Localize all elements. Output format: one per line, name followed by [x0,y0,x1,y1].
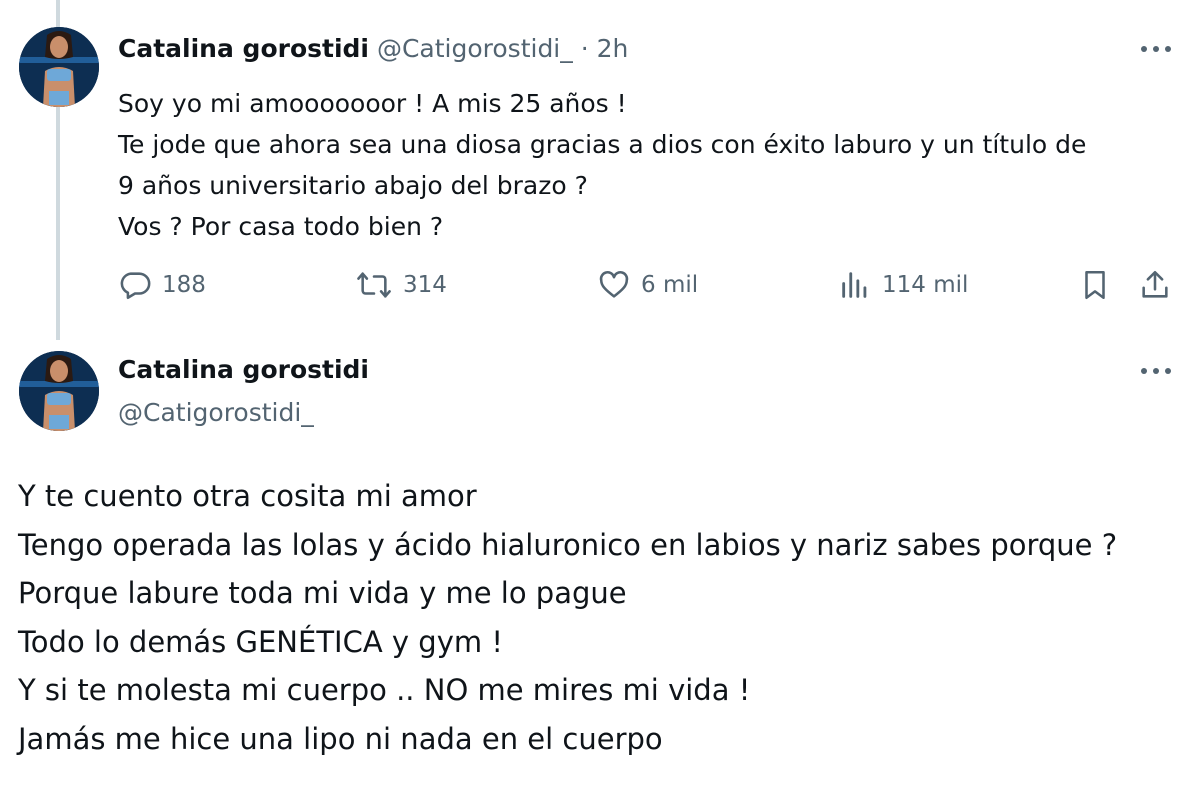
tweet-header: Catalina gorostidi @Catigorostidi_ · 2h [118,34,628,63]
like-button[interactable]: 6 mil [597,262,698,308]
share-button[interactable] [1138,262,1182,308]
heart-icon [599,271,629,298]
tweet-line: 9 años universitario abajo del brazo ? [118,171,588,200]
reply-button[interactable]: 188 [118,262,206,308]
repost-button[interactable]: 314 [355,262,447,308]
tweet-line: Tengo operada las lolas y ácido hialuron… [18,527,1118,562]
author-handle[interactable]: @Catigorostidi_ [118,398,314,427]
repost-count: 314 [403,272,447,298]
author-handle-time[interactable]: @Catigorostidi_ · 2h [377,34,628,63]
tweet-line: Y te cuento otra cosita mi amor [18,479,477,513]
more-options-button[interactable] [1140,42,1172,56]
views-button[interactable]: 114 mil [838,262,968,308]
repost-arrows-icon [357,272,391,298]
tweet-text: Soy yo mi amooooooor ! A mis 25 años ! T… [118,83,1086,247]
tweet-line: Te jode que ahora sea una diosa gracias … [118,130,1087,159]
tweet-line: Porque labure toda mi vida y me lo pague [18,576,627,611]
three-dots-icon [1141,46,1171,52]
speech-bubble-icon [120,272,151,300]
tweet-text: Y te cuento otra cosita mi amor Tengo op… [18,472,1117,764]
tweet-actions-bar: 188 314 6 mil 114 mil [0,262,1200,308]
author-name[interactable]: Catalina gorostidi [118,355,369,384]
reply-count: 188 [162,272,206,298]
bar-chart-icon [842,272,867,298]
share-upload-icon [1142,270,1168,298]
tweet-line: Soy yo mi amooooooor ! A mis 25 años ! [118,89,627,118]
bookmark-icon [1085,270,1105,300]
three-dots-icon [1141,368,1171,374]
author-handle-line: @Catigorostidi_ [118,398,314,427]
tweet-line: Y si te molesta mi cuerpo .. NO me mires… [18,673,751,708]
more-options-button[interactable] [1140,364,1172,378]
author-name-line: Catalina gorostidi [118,355,369,384]
bookmark-button[interactable] [1078,262,1122,308]
author-name[interactable]: Catalina gorostidi [118,34,369,63]
views-count: 114 mil [882,272,969,298]
avatar[interactable] [19,351,99,431]
tweet-line: Todo lo demás GENÉTICA y gym ! [18,624,503,659]
like-count: 6 mil [641,272,699,298]
tweet-line: Jamás me hice una lipo ni nada en el cue… [18,721,663,756]
avatar[interactable] [19,27,99,107]
tweet-line: Vos ? Por casa todo bien ? [118,212,444,241]
